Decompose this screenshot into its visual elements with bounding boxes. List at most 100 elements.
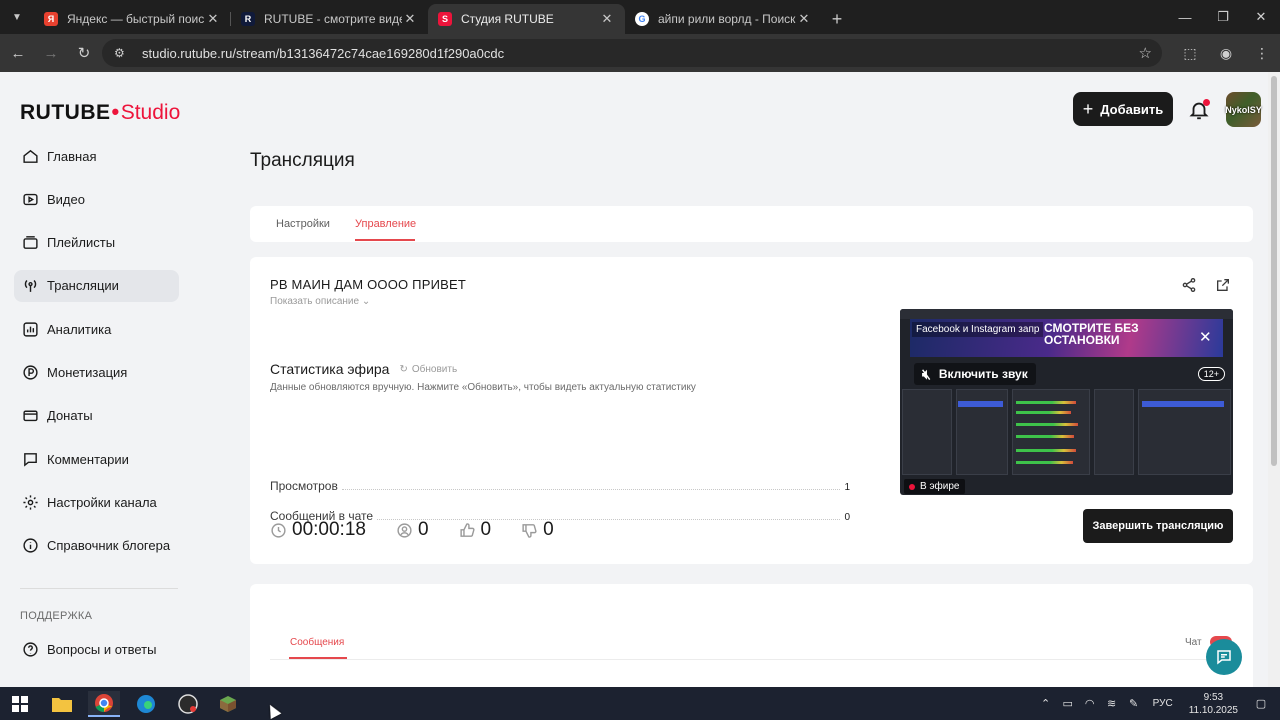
browser-tab-rutube[interactable]: R RUTUBE - смотрите видео онл ✕ [231, 4, 428, 34]
windows-start-icon[interactable] [4, 691, 36, 717]
close-icon[interactable]: ✕ [205, 11, 221, 27]
chat-card: Сообщения Чат [250, 584, 1253, 687]
close-icon[interactable]: ✕ [599, 11, 615, 27]
tab-messages[interactable]: Сообщения [290, 637, 344, 648]
refresh-button[interactable]: ↻ Обновить [399, 364, 457, 375]
sidebar-item-video[interactable]: Видео [14, 183, 179, 215]
broadcast-icon [20, 276, 40, 296]
taskbar-clock[interactable]: 9:53 11.10.2025 [1189, 691, 1238, 717]
stats-title: Статистика эфира [270, 361, 390, 377]
live-dot-icon [909, 483, 915, 490]
sidebar-item-label: Справочник блогера [47, 538, 171, 554]
live-badge: В эфире [904, 479, 965, 494]
sidebar-item-faq[interactable]: Вопросы и ответы [14, 633, 179, 665]
refresh-icon: ↻ [399, 363, 408, 375]
sidebar-item-playlists[interactable]: Плейлисты [14, 227, 179, 259]
bookmark-star-icon[interactable]: ☆ [1139, 44, 1152, 62]
sidebar-item-label: Видео [47, 191, 85, 207]
chat-bubble-icon [1217, 650, 1231, 665]
rutube-studio-logo[interactable]: RUTUBE • Studio [20, 99, 180, 125]
forward-arrow-icon[interactable]: → [36, 38, 66, 68]
tray-chevron-up-icon[interactable]: ⌃ [1035, 697, 1057, 710]
browser-menu-icon[interactable]: ⋮ [1244, 45, 1280, 62]
chrome-icon[interactable] [88, 691, 120, 717]
stream-preview-player[interactable]: Facebook и Instagram запр СМОТРИТЕ БЕЗ О… [900, 309, 1233, 495]
wifi-icon[interactable]: ≋ [1101, 697, 1123, 710]
question-icon [20, 639, 40, 659]
sidebar-item-monetization[interactable]: Монетизация [14, 356, 179, 388]
likes-metric: 0 [459, 519, 491, 541]
obs-icon[interactable] [172, 691, 204, 717]
close-icon[interactable]: ✕ [402, 11, 418, 27]
edge-icon[interactable] [130, 691, 162, 717]
minimize-icon[interactable]: — [1166, 0, 1204, 34]
browser-tab-yandex[interactable]: Я Яндекс — быстрый поиск в ин ✕ [34, 4, 231, 34]
tab-title: Студия RUTUBE [461, 12, 554, 26]
support-chat-button[interactable] [1206, 639, 1242, 675]
profile-icon[interactable]: ◉ [1208, 45, 1244, 62]
address-bar-row: ← → ↻ ⚙ studio.rutube.ru/stream/b1313647… [0, 34, 1280, 72]
tab-manage[interactable]: Управление [355, 218, 416, 230]
views-value: 1 [844, 482, 850, 493]
sidebar-item-comments[interactable]: Комментарии [14, 443, 179, 475]
extensions-icon[interactable]: ⬚ [1172, 45, 1208, 62]
window-controls: — ❐ ✕ [1166, 0, 1280, 34]
avatar[interactable]: NykolSY [1225, 92, 1262, 127]
sidebar-nav: Главная Видео Плейлисты Трансляции Анали… [14, 140, 179, 573]
battery-icon[interactable]: ▭ [1057, 697, 1079, 710]
back-arrow-icon[interactable]: ← [3, 38, 33, 68]
url-field[interactable]: ⚙ studio.rutube.ru/stream/b13136472c74ca… [102, 39, 1162, 67]
tab-search-icon[interactable]: ▼ [0, 0, 34, 34]
sidebar-item-label: Вопросы и ответы [47, 641, 157, 657]
new-tab-button[interactable]: + [822, 4, 852, 34]
notifications-bell-icon[interactable] [1188, 99, 1210, 121]
open-external-icon[interactable] [1215, 277, 1231, 298]
notification-center-icon[interactable]: ▢ [1250, 697, 1272, 710]
reload-icon[interactable]: ↻ [69, 38, 99, 68]
viewers-metric: 0 [396, 519, 429, 541]
close-icon[interactable]: ✕ [796, 11, 812, 27]
sidebar-item-channel-settings[interactable]: Настройки канала [14, 486, 179, 518]
active-tab-underline [355, 239, 415, 241]
browser-tab-google[interactable]: G айпи рили ворлд - Поиск в Go ✕ [625, 4, 822, 34]
sidebar-item-donations[interactable]: Донаты [14, 400, 179, 432]
window-close-icon[interactable]: ✕ [1242, 0, 1280, 34]
gear-icon [20, 492, 40, 512]
tab-settings[interactable]: Настройки [276, 218, 330, 230]
network-icon[interactable]: ◠ [1079, 697, 1101, 710]
home-icon [20, 146, 40, 166]
sidebar-item-label: Трансляции [47, 278, 119, 294]
maximize-icon[interactable]: ❐ [1204, 0, 1242, 34]
add-button[interactable]: + Добавить [1073, 92, 1173, 126]
plus-icon: + [1082, 98, 1094, 119]
tab-title: RUTUBE - смотрите видео онл [264, 12, 402, 26]
sidebar-item-blogger-guide[interactable]: Справочник блогера [14, 530, 179, 562]
chevron-down-icon: ⌄ [361, 296, 371, 307]
end-stream-button[interactable]: Завершить трансляцию [1083, 509, 1233, 543]
input-language[interactable]: РУС [1153, 698, 1173, 709]
mute-icon: 🔇︎ [922, 365, 931, 382]
sidebar-item-home[interactable]: Главная [14, 140, 179, 172]
sidebar-item-broadcasts[interactable]: Трансляции [14, 269, 179, 302]
minecraft-icon[interactable] [212, 691, 244, 717]
site-info-icon[interactable]: ⚙ [114, 46, 130, 60]
page-scrollbar[interactable] [1268, 72, 1280, 687]
unmute-button[interactable]: 🔇︎ Включить звук [914, 363, 1036, 385]
clock-icon [270, 522, 287, 539]
ad-right-text: СМОТРИТЕ БЕЗ ОСТАНОВКИ [1044, 321, 1139, 347]
sidebar-item-label: Настройки канала [47, 494, 157, 510]
windows-taskbar: ⌃ ▭ ◠ ≋ ✎ РУС 9:53 11.10.2025 ▢ [0, 687, 1280, 720]
ad-close-icon[interactable]: ✕ [1199, 328, 1212, 346]
stats-note: Данные обновляются вручную. Нажмите «Обн… [270, 382, 696, 393]
sidebar-item-analytics[interactable]: Аналитика [14, 313, 179, 345]
file-explorer-icon[interactable] [46, 691, 78, 717]
chat-messages-value: 0 [844, 512, 850, 523]
sidebar-item-label: Плейлисты [47, 235, 116, 251]
browser-tab-rutube-studio[interactable]: S Студия RUTUBE ✕ [428, 4, 625, 34]
show-description-link[interactable]: Показать описание ⌄ [270, 296, 370, 307]
sidebar-divider [20, 588, 178, 589]
share-icon[interactable] [1181, 277, 1197, 298]
duration-metric: 00:00:18 [270, 519, 366, 541]
notification-badge [1203, 99, 1210, 106]
pen-icon[interactable]: ✎ [1123, 697, 1145, 710]
